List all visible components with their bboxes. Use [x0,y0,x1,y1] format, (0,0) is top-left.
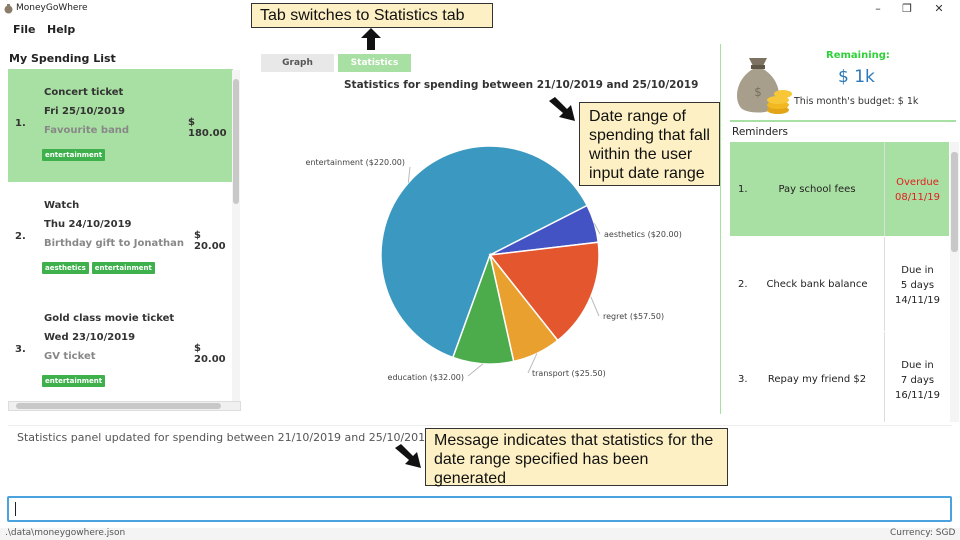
reminder-status-line: 08/11/19 [895,192,940,203]
spending-index: 3. [15,344,26,355]
date-annotation-line: spending that fall [589,127,710,144]
reminder-description: Check bank balance [766,279,868,290]
date-annotation-line: within the user [589,146,693,163]
date-range-annotation-callout: Date range of spending that fall within … [579,102,720,186]
spending-amount: $ 20.00 [194,343,226,365]
pie-slice-label: aesthetics ($20.00) [604,230,682,239]
tab-annotation-callout: Tab switches to Statistics tab [251,3,493,28]
reminders-scroll-thumb[interactable] [951,152,958,252]
monthly-budget-text: This month's budget: $ 1k [794,96,919,107]
reminder-description: Pay school fees [778,184,856,195]
pointer-arrow-icon [395,444,421,468]
minimize-button[interactable]: – [864,2,892,15]
spending-amount: $ 20.00 [194,230,226,252]
command-input[interactable] [7,496,952,522]
spending-name: Gold class movie ticket [44,313,175,324]
reminder-index: 2. [738,279,748,290]
reminders-table: 1. Pay school fees Overdue 08/11/19 2. C… [730,142,949,422]
reminder-index: 1. [738,184,748,195]
reminder-status-line: Due in [901,360,934,371]
message-annotation-line: date range specified has been [434,451,649,468]
up-arrow-icon [361,28,381,50]
spending-card[interactable]: 1. Concert ticket Fri 25/10/2019 Favouri… [8,69,233,182]
reminder-status-line: 5 days [900,280,935,291]
reminder-description: Repay my friend $2 [767,374,867,385]
spending-card[interactable]: 2. Watch Thu 24/10/2019 Birthday gift to… [8,182,233,295]
pie-label-leader [590,296,600,317]
panel-divider [720,44,721,414]
tag-badge: entertainment [42,149,106,161]
date-annotation-line: Date range of [589,108,686,125]
pointer-arrow-icon [549,97,575,121]
tag-badge: entertainment [91,262,155,274]
spending-remark: Favourite band [44,125,130,136]
maximize-button[interactable]: ❐ [893,2,921,15]
remaining-label: Remaining: [826,50,890,61]
reminder-status-line: 7 days [900,375,935,386]
spending-date: Wed 23/10/2019 [44,332,136,343]
spending-remark: GV ticket [44,351,96,362]
message-annotation-line: generated [434,470,507,487]
result-message: Statistics panel updated for spending be… [17,431,437,444]
pie-slice-label: transport ($25.50) [532,369,606,378]
reminder-row[interactable]: 2. Check bank balance Due in 5 days 14/1… [730,237,949,331]
tag-badge: aesthetics [42,262,89,274]
spending-name: Watch [44,200,80,211]
reminder-status: Overdue 08/11/19 [886,175,949,205]
reminder-status: Due in 7 days 16/11/19 [886,358,949,403]
close-button[interactable]: ✕ [925,2,953,15]
spending-date: Fri 25/10/2019 [44,106,126,117]
window-title: MoneyGoWhere [16,3,88,13]
reminder-status-line: 14/11/19 [895,295,940,306]
reminder-status-line: 16/11/19 [895,390,940,401]
tag-badge: entertainment [42,375,106,387]
spending-list: 1. Concert ticket Fri 25/10/2019 Favouri… [8,69,241,409]
pie-slice-label: education ($32.00) [388,373,464,382]
reminders-title: Reminders [732,126,788,138]
reminder-column-separator [884,332,885,422]
spending-list-title: My Spending List [9,52,116,65]
message-annotation-line: Message indicates that statistics for th… [434,432,714,449]
text-cursor [15,502,16,516]
pie-label-leader [467,363,484,377]
menu-file[interactable]: File [13,23,36,36]
pie-slice-label: regret ($57.50) [603,312,664,321]
spending-hscroll-thumb[interactable] [16,403,221,409]
money-bag-app-icon [4,4,13,14]
tab-annotation-text: Tab switches to Statistics tab [260,7,465,24]
reminder-row[interactable]: 1. Pay school fees Overdue 08/11/19 [730,142,949,236]
date-annotation-line: input date range [589,165,705,182]
reminder-index: 3. [738,374,748,385]
spending-card[interactable]: 3. Gold class movie ticket Wed 23/10/201… [8,295,233,408]
spending-date: Thu 24/10/2019 [44,219,132,230]
svg-text:$: $ [754,85,762,99]
reminder-column-separator [884,142,885,236]
message-annotation-callout: Message indicates that statistics for th… [425,428,728,487]
reminder-status-line: Overdue [896,177,939,188]
budget-divider [730,120,956,122]
money-bag-icon: $ [737,58,792,114]
spending-index: 2. [15,231,26,242]
status-bar [0,528,960,540]
reminder-column-separator [884,237,885,331]
spending-name: Concert ticket [44,87,124,98]
reminder-status: Due in 5 days 14/11/19 [886,263,949,308]
spending-index: 1. [15,118,26,129]
reminder-row[interactable]: 3. Repay my friend $2 Due in 7 days 16/1… [730,332,949,422]
data-file-path: .\data\moneygowhere.json [5,528,126,538]
currency-indicator: Currency: SGD [890,528,956,538]
reminder-status-line: Due in [901,265,934,276]
spending-amount: $ 180.00 [188,117,227,139]
menu-help[interactable]: Help [47,23,75,36]
spending-list-panel: My Spending List 1. Concert ticket Fri 2… [0,48,250,413]
remaining-value: $ 1k [838,67,875,87]
pie-slice-label: entertainment ($220.00) [306,158,405,167]
spending-scroll-thumb[interactable] [233,79,239,204]
spending-remark: Birthday gift to Jonathan [44,238,185,249]
